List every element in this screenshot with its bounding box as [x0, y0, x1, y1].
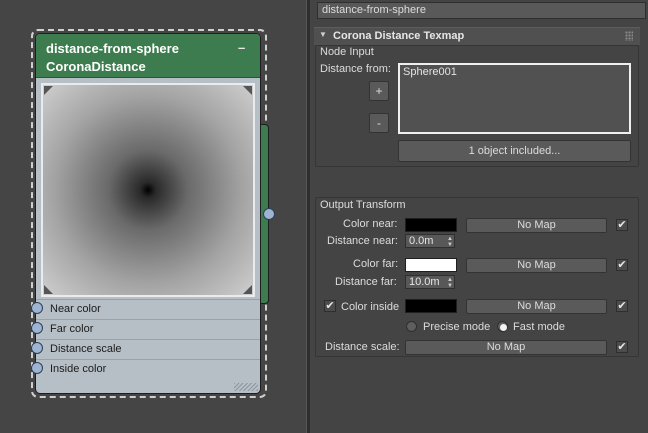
distance-node[interactable]: distance-from-sphere CoronaDistance – Ne… — [35, 33, 261, 394]
spin-down-icon[interactable]: ▼ — [447, 283, 453, 289]
distance-scale-checkbox[interactable]: ✔ — [616, 341, 628, 353]
parameter-panel: distance-from-sphere ▼ Corona Distance T… — [310, 0, 648, 433]
rollout-header[interactable]: ▼ Corona Distance Texmap — [314, 27, 640, 45]
spin-down-icon[interactable]: ▼ — [447, 242, 453, 248]
color-inside-map-button[interactable]: No Map — [466, 299, 607, 314]
node-input-far-color[interactable]: Far color — [36, 319, 260, 339]
color-near-label: Color near: — [343, 218, 398, 230]
collapse-node-button[interactable]: – — [238, 40, 245, 55]
input-socket-distance-scale[interactable] — [31, 342, 43, 354]
distance-scale-label: Distance scale: — [325, 341, 400, 353]
input-socket-far-color[interactable] — [31, 322, 43, 334]
add-object-button[interactable]: + — [369, 81, 389, 101]
spinner-value: 10.0m — [409, 276, 440, 288]
distance-from-label: Distance from: — [320, 63, 391, 75]
corner-marker — [44, 86, 53, 95]
node-title: distance-from-sphere — [46, 41, 179, 56]
objects-included-button[interactable]: 1 object included... — [398, 140, 631, 162]
color-near-checkbox[interactable]: ✔ — [616, 219, 628, 231]
input-label: Distance scale — [50, 343, 122, 355]
fast-mode-label[interactable]: Fast mode — [513, 321, 565, 333]
color-inside-label: Color inside — [341, 301, 400, 313]
map-name-field[interactable]: distance-from-sphere — [317, 2, 646, 19]
node-input-near-color[interactable]: Near color — [36, 299, 260, 319]
distance-near-label: Distance near: — [327, 235, 398, 247]
corner-marker — [243, 86, 252, 95]
fast-mode-radio[interactable] — [497, 321, 508, 332]
color-far-checkbox[interactable]: ✔ — [616, 259, 628, 271]
corner-marker — [44, 285, 53, 294]
distance-far-label: Distance far: — [335, 276, 397, 288]
input-label: Near color — [50, 303, 101, 315]
color-near-swatch[interactable] — [405, 218, 457, 232]
collapse-arrow-icon[interactable]: ▼ — [319, 30, 327, 39]
corner-marker — [243, 285, 252, 294]
remove-object-button[interactable]: - — [369, 113, 389, 133]
node-input-distance-scale[interactable]: Distance scale — [36, 339, 260, 359]
distance-scale-map-button[interactable]: No Map — [405, 340, 607, 355]
color-far-map-button[interactable]: No Map — [466, 258, 607, 273]
node-preview-image[interactable] — [41, 83, 255, 297]
color-inside-enable-checkbox[interactable]: ✔ — [324, 300, 336, 312]
drag-grip-icon[interactable] — [625, 31, 633, 41]
color-near-map-button[interactable]: No Map — [466, 218, 607, 233]
spinner-arrows-icon[interactable]: ▲ ▼ — [447, 277, 453, 289]
precise-mode-label[interactable]: Precise mode — [423, 321, 490, 333]
node-header[interactable]: distance-from-sphere CoronaDistance – — [36, 34, 260, 78]
input-socket-inside-color[interactable] — [31, 362, 43, 374]
rollout-title: Corona Distance Texmap — [333, 30, 465, 42]
input-socket-near-color[interactable] — [31, 302, 43, 314]
color-inside-swatch[interactable] — [405, 299, 457, 313]
list-item[interactable]: Sphere001 — [403, 66, 626, 78]
precise-mode-radio[interactable] — [406, 321, 417, 332]
group-title: Output Transform — [319, 199, 407, 211]
color-inside-checkbox[interactable]: ✔ — [616, 300, 628, 312]
input-label: Far color — [50, 323, 94, 335]
spinner-arrows-icon[interactable]: ▲ ▼ — [447, 236, 453, 248]
group-title: Node Input — [319, 46, 375, 58]
resize-grip-icon[interactable] — [234, 383, 258, 391]
node-type: CoronaDistance — [46, 59, 146, 74]
color-far-swatch[interactable] — [405, 258, 457, 272]
spinner-value: 0.0m — [409, 235, 434, 247]
input-label: Inside color — [50, 363, 107, 375]
node-input-inside-color[interactable]: Inside color — [36, 359, 260, 379]
output-socket[interactable] — [263, 208, 275, 220]
object-listbox[interactable]: Sphere001 — [398, 63, 631, 134]
color-far-label: Color far: — [353, 258, 399, 270]
